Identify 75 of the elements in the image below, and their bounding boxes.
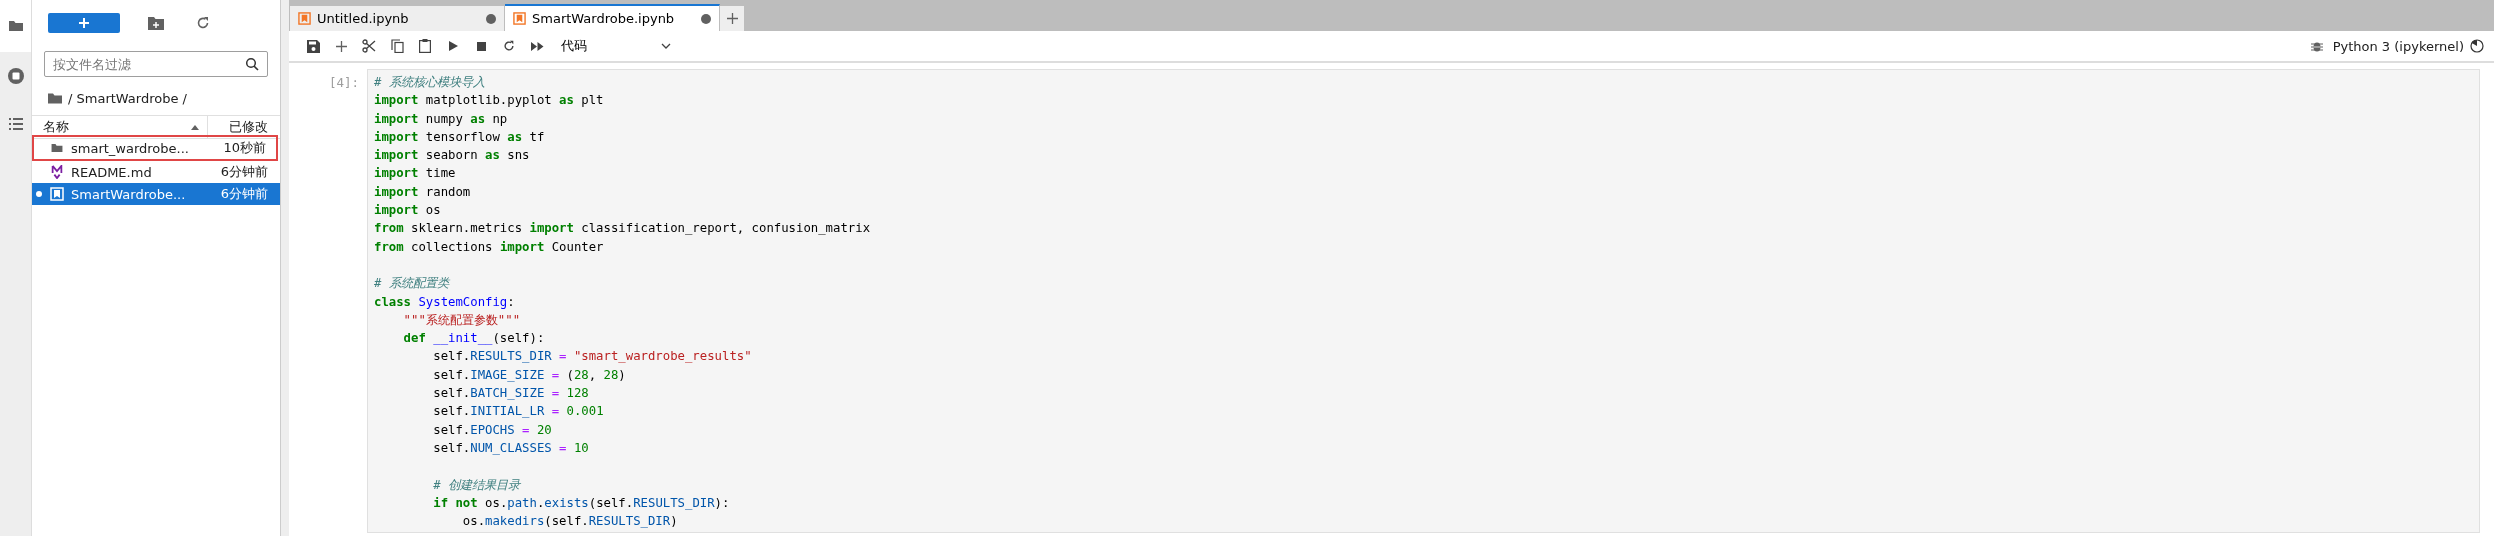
code-line: self.BATCH_SIZE = 128 <box>432 385 590 403</box>
code-line: """系统配置参数""" <box>402 311 522 329</box>
code-line: import tensorflow as tf <box>374 128 546 146</box>
copy-icon <box>390 39 404 53</box>
code-line: if not os.path.exists(self.RESULTS_DIR): <box>432 494 731 512</box>
code-line: from collections import Counter <box>374 238 605 256</box>
search-icon <box>245 57 259 71</box>
file-modified: 6分钟前 <box>220 185 269 203</box>
highlighted-file-item[interactable]: smart_wardrobe... 10秒前 <box>32 135 278 161</box>
plus-icon <box>78 17 90 29</box>
file-name: smart_wardrobe... <box>71 140 190 156</box>
kernel-name[interactable]: Python 3 (ipykernel) <box>2332 38 2464 54</box>
code-line: import matplotlib.pyplot as plt <box>374 92 605 110</box>
save-icon <box>306 39 320 53</box>
code-line: self.IMAGE_SIZE = (28, 28) <box>432 366 627 384</box>
code-line: import os <box>374 202 442 220</box>
cell-type-dropdown[interactable]: 代码 <box>551 34 671 58</box>
refresh-button[interactable] <box>196 16 210 30</box>
stop-circle-icon <box>6 67 25 85</box>
code-line: self.NUM_CLASSES = 10 <box>432 439 590 457</box>
code-line: def __init__(self): <box>402 330 546 348</box>
breadcrumb[interactable]: / SmartWardrobe / <box>68 90 187 106</box>
new-folder-icon <box>148 16 164 30</box>
clipboard-icon <box>419 39 431 53</box>
code-line: import numpy as np <box>374 110 509 128</box>
bug-icon[interactable] <box>2310 40 2323 52</box>
notebook-tab[interactable]: Untitled.ipynb <box>290 6 505 31</box>
notebook-icon <box>50 187 64 201</box>
new-folder-button[interactable] <box>148 16 164 30</box>
file-name: SmartWardrobe... <box>71 186 187 202</box>
new-launcher-button[interactable] <box>48 13 120 33</box>
modified-column-header[interactable]: 已修改 <box>229 118 268 134</box>
code-line: self.INITIAL_LR = 0.001 <box>432 403 605 421</box>
code-line: import seaborn as sns <box>374 147 531 165</box>
unsaved-dot[interactable] <box>486 13 496 24</box>
file-name: README.md <box>71 164 153 180</box>
scissors-icon <box>362 39 376 53</box>
code-line: self.EPOCHS = 20 <box>432 421 553 439</box>
caret-icon <box>661 43 671 49</box>
list-icon <box>6 115 25 133</box>
stop-icon <box>476 41 486 51</box>
code-line: class SystemConfig: <box>374 293 516 311</box>
code-line: # 创建结果目录 <box>432 476 522 494</box>
kernel-status-icon <box>2470 39 2484 53</box>
folder-icon <box>50 141 64 155</box>
markdown-icon <box>50 165 64 179</box>
new-tab-button[interactable] <box>720 6 744 31</box>
unsaved-dot[interactable] <box>701 13 711 24</box>
notebook-icon <box>513 12 526 25</box>
sort-up-icon <box>191 124 199 130</box>
notebook-icon <box>298 12 311 25</box>
code-line: from sklearn.metrics import classification_report, confusion_matrix <box>374 220 872 238</box>
file-modified: 6分钟前 <box>220 163 269 181</box>
file-item[interactable]: README.md 6分钟前 <box>32 161 280 183</box>
notebook-tab[interactable]: SmartWardrobe.ipynb <box>505 4 720 31</box>
plus-icon <box>335 40 347 52</box>
name-column-header[interactable]: 名称 <box>43 118 69 136</box>
refresh-icon <box>503 40 515 52</box>
fast-forward-icon <box>530 41 544 51</box>
file-modified: 10秒前 <box>223 139 267 157</box>
code-line: self.RESULTS_DIR = "smart_wardrobe_results" <box>432 348 753 366</box>
code-line: os.makedirs(self.RESULTS_DIR) <box>461 513 679 531</box>
refresh-icon <box>196 16 210 30</box>
code-line: # 系统配置类 <box>374 275 451 293</box>
file-item[interactable]: SmartWardrobe... 6分钟前 <box>32 183 280 205</box>
play-icon <box>448 41 458 51</box>
code-line: # 系统核心模块导入 <box>374 74 486 91</box>
code-cell[interactable] <box>367 69 2480 533</box>
folder-icon <box>48 92 62 104</box>
code-line: import random <box>374 183 472 201</box>
filter-field[interactable]: 按文件名过滤 <box>44 51 268 77</box>
code-line: import time <box>374 165 457 183</box>
plus-icon <box>726 13 738 24</box>
execution-count: [4]: <box>327 74 360 92</box>
sidebar-tab[interactable] <box>0 0 31 52</box>
